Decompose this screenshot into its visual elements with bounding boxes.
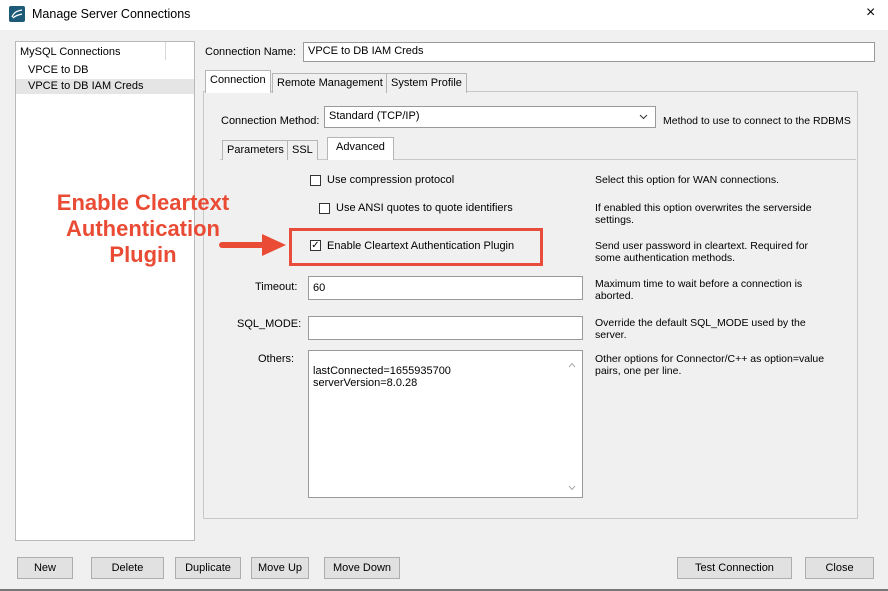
tab-ssl[interactable]: SSL	[287, 140, 318, 160]
close-window-icon[interactable]: ×	[866, 4, 875, 22]
others-value: lastConnected=1655935700 serverVersion=8…	[313, 365, 451, 389]
connection-method-help: Method to use to connect to the RDBMS	[663, 115, 851, 127]
connection-method-value: Standard (TCP/IP)	[329, 110, 420, 122]
compression-checkbox[interactable]	[310, 175, 321, 186]
list-item-vpce-to-db[interactable]: VPCE to DB	[28, 64, 89, 76]
connection-name-label: Connection Name:	[205, 46, 297, 58]
chevron-down-icon	[639, 114, 648, 120]
connection-list[interactable]: MySQL Connections VPCE to DB VPCE to DB …	[15, 41, 195, 541]
timeout-help: Maximum time to wait before a connection…	[595, 278, 803, 302]
others-textarea[interactable]: lastConnected=1655935700 serverVersion=8…	[308, 350, 583, 498]
compression-help: Select this option for WAN connections.	[595, 174, 780, 186]
tab-remote-management[interactable]: Remote Management	[272, 73, 388, 93]
connection-name-input[interactable]: VPCE to DB IAM Creds	[303, 42, 875, 62]
annotation-line-3: Plugin	[109, 242, 177, 267]
test-connection-button[interactable]: Test Connection	[677, 557, 792, 579]
mysql-workbench-icon	[9, 6, 25, 22]
timeout-label: Timeout:	[255, 281, 298, 293]
scroll-up-icon[interactable]	[568, 362, 576, 368]
annotation-line-1: Enable Cleartext	[56, 190, 230, 215]
list-header: MySQL Connections	[20, 46, 121, 58]
timeout-input[interactable]: 60	[308, 276, 583, 300]
move-down-button[interactable]: Move Down	[324, 557, 400, 579]
duplicate-button[interactable]: Duplicate	[175, 557, 241, 579]
new-button[interactable]: New	[17, 557, 73, 579]
tab-parameters[interactable]: Parameters	[222, 140, 289, 160]
annotation-arrow-icon	[219, 234, 286, 256]
tab-advanced[interactable]: Advanced	[327, 137, 394, 160]
connection-method-select[interactable]: Standard (TCP/IP)	[324, 106, 656, 128]
compression-label: Use compression protocol	[327, 174, 455, 186]
ansi-quotes-help: If enabled this option overwrites the se…	[595, 202, 812, 226]
delete-button[interactable]: Delete	[91, 557, 164, 579]
tab-connection[interactable]: Connection	[205, 70, 271, 93]
cleartext-checkbox[interactable]: ✓	[310, 240, 321, 251]
window-title: Manage Server Connections	[32, 7, 191, 21]
column-divider	[165, 42, 166, 60]
sql-mode-input[interactable]	[308, 316, 583, 340]
sql-mode-label: SQL_MODE:	[237, 318, 302, 330]
move-up-button[interactable]: Move Up	[251, 557, 309, 579]
scroll-down-icon[interactable]	[568, 485, 576, 491]
sql-mode-help: Override the default SQL_MODE used by th…	[595, 317, 806, 341]
ansi-quotes-label: Use ANSI quotes to quote identifiers	[336, 202, 513, 214]
annotation-line-2: Authentication	[66, 216, 220, 241]
others-label: Others:	[258, 353, 295, 365]
cleartext-help: Send user password in cleartext. Require…	[595, 240, 809, 264]
ansi-quotes-checkbox[interactable]	[319, 203, 330, 214]
cleartext-label: Enable Cleartext Authentication Plugin	[327, 240, 515, 252]
tab-system-profile[interactable]: System Profile	[386, 73, 467, 93]
close-button[interactable]: Close	[805, 557, 874, 579]
others-help: Other options for Connector/C++ as optio…	[595, 353, 825, 377]
connection-method-label: Connection Method:	[221, 115, 320, 127]
list-item-vpce-to-db-iam-creds[interactable]: VPCE to DB IAM Creds	[28, 80, 144, 92]
